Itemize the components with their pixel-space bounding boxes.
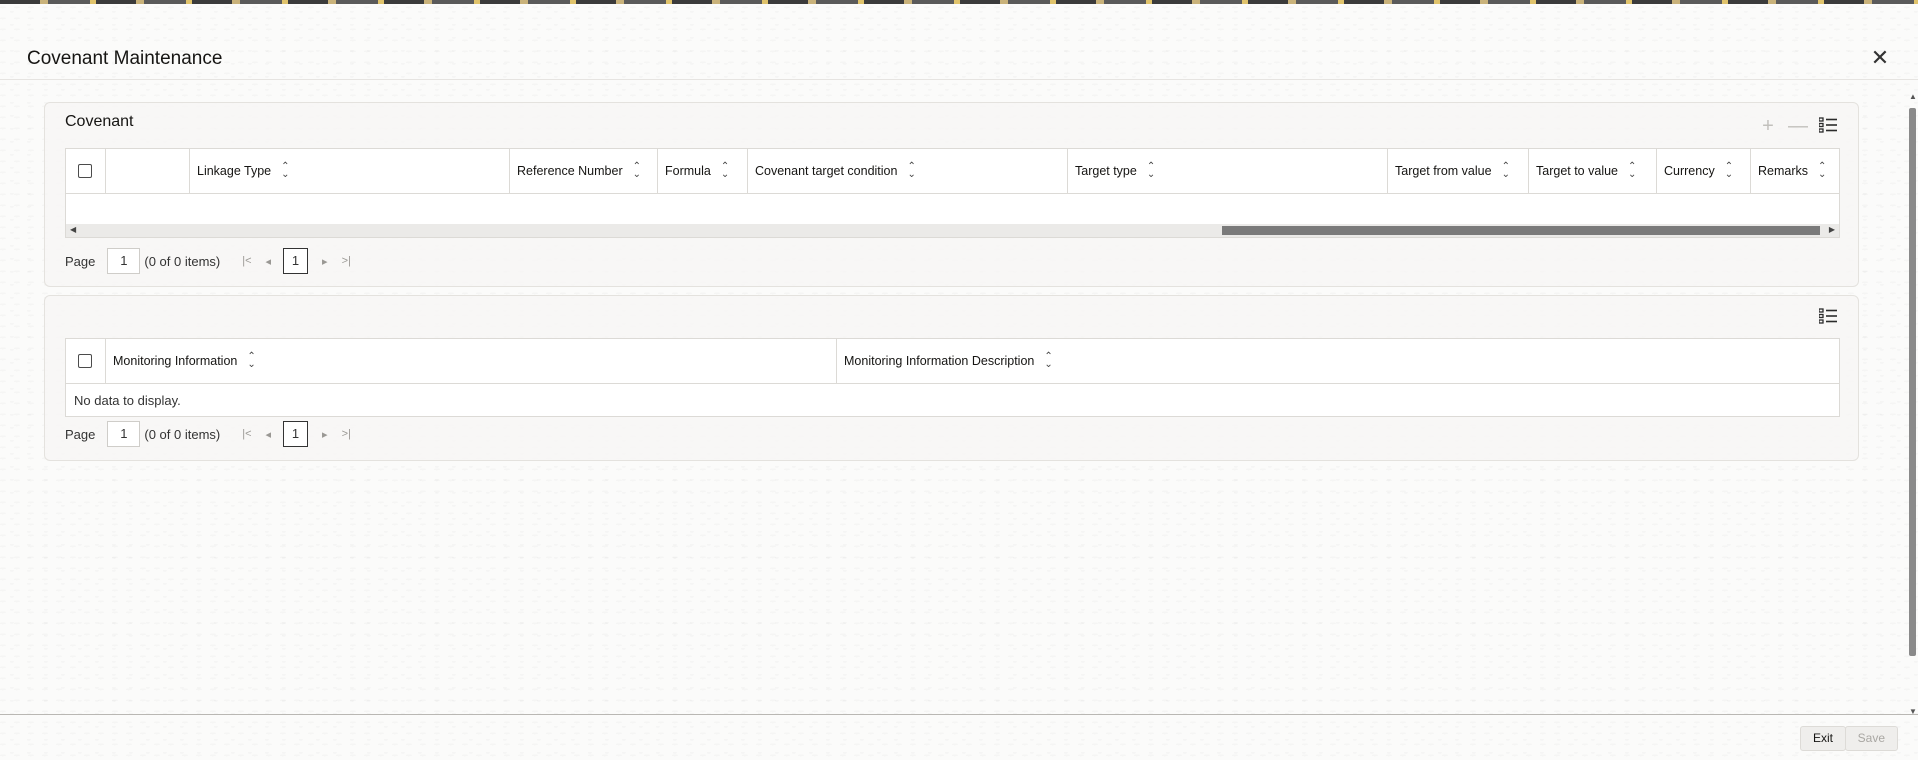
select-all-cell [66,339,106,383]
plus-icon[interactable]: + [1758,116,1778,137]
select-all-checkbox[interactable] [78,164,92,178]
sort-icon[interactable]: ⌃ ⌄ [907,162,915,180]
previous-page-icon[interactable]: ◂ [266,428,272,441]
column-label: Target type [1075,164,1137,178]
column-header-remarks[interactable]: Remarks ⌃ ⌄ [1751,149,1839,193]
scroll-right-icon[interactable]: ▶ [1829,225,1835,234]
column-header-monitoring-information[interactable]: Monitoring Information ⌃ ⌄ [106,339,837,383]
column-label: Formula [665,164,711,178]
covenant-table-body [66,194,1839,224]
scroll-up-icon[interactable]: ▲ [1909,92,1917,101]
column-label: Target from value [1395,164,1492,178]
monitoring-panel: Monitoring Information ⌃ ⌄ Monitoring Inf… [44,295,1859,461]
covenant-toolbar: + — [1758,116,1838,137]
save-button[interactable]: Save [1844,726,1898,751]
minus-icon[interactable]: — [1788,116,1808,137]
page-number-input[interactable]: 1 [107,248,141,274]
sort-icon[interactable]: ⌃ ⌄ [1818,162,1826,180]
exit-button[interactable]: Exit [1799,726,1846,751]
column-header-blank [106,149,190,193]
scroll-left-icon[interactable]: ◀ [70,225,76,234]
column-header-target-from-value[interactable]: Target from value ⌃ ⌄ [1388,149,1529,193]
covenant-pager: Page 1 (0 of 0 items) |< ◂ 1 ▸ >| [65,245,351,277]
column-label: Target to value [1536,164,1618,178]
current-page-button[interactable]: 1 [283,248,309,274]
column-label: Linkage Type [197,164,272,178]
covenant-panel: Covenant + — Linkage Type ⌃ ⌄ Reference N… [44,102,1859,287]
column-label: Remarks [1758,164,1809,178]
last-page-icon[interactable]: >| [342,255,351,267]
sort-icon[interactable]: ⌃ ⌄ [1725,162,1733,180]
close-icon[interactable]: ✕ [1870,47,1890,69]
column-header-target-to-value[interactable]: Target to value ⌃ ⌄ [1529,149,1657,193]
column-list-icon[interactable] [1818,117,1838,137]
pager-items-text: (0 of 0 items) [144,426,221,442]
select-all-cell [66,149,106,193]
current-page-button[interactable]: 1 [283,421,309,447]
page-number-input[interactable]: 1 [107,421,141,447]
horizontal-scrollbar[interactable]: ◀ ▶ [66,224,1839,237]
horizontal-scroll-thumb[interactable] [1222,226,1820,235]
vertical-scrollbar[interactable]: ▲ ▼ [1906,88,1918,718]
column-header-monitoring-information-description[interactable]: Monitoring Information Description ⌃ ⌄ [837,339,1839,383]
dialog-header: Covenant Maintenance ✕ [0,4,1918,80]
sort-icon[interactable]: ⌃ ⌄ [247,352,255,370]
covenant-panel-title: Covenant [65,113,134,130]
dialog-footer: Exit Save [0,714,1918,760]
pager-items-text: (0 of 0 items) [144,253,221,269]
column-label: Currency [1664,164,1715,178]
vertical-scroll-thumb[interactable] [1909,108,1916,656]
column-header-formula[interactable]: Formula ⌃ ⌄ [658,149,748,193]
pager-label: Page [65,253,96,269]
covenant-table-header: Linkage Type ⌃ ⌄ Reference Number ⌃ ⌄ Form… [66,149,1839,194]
last-page-icon[interactable]: >| [342,428,351,440]
previous-page-icon[interactable]: ◂ [266,255,272,268]
covenant-table: Linkage Type ⌃ ⌄ Reference Number ⌃ ⌄ Form… [65,148,1840,238]
column-label: Monitoring Information Description [844,354,1035,368]
column-header-covenant-target-condition[interactable]: Covenant target condition ⌃ ⌄ [748,149,1068,193]
monitoring-pager: Page 1 (0 of 0 items) |< ◂ 1 ▸ >| [65,418,351,450]
monitoring-table: Monitoring Information ⌃ ⌄ Monitoring Inf… [65,338,1840,417]
column-header-linkage-type[interactable]: Linkage Type ⌃ ⌄ [190,149,510,193]
next-page-icon[interactable]: ▸ [322,255,328,268]
sort-icon[interactable]: ⌃ ⌄ [281,162,289,180]
pager-label: Page [65,426,96,442]
sort-icon[interactable]: ⌃ ⌄ [1147,162,1155,180]
select-all-checkbox[interactable] [78,354,92,368]
column-label: Monitoring Information [113,354,238,368]
dialog-title: Covenant Maintenance [27,48,223,69]
column-header-currency[interactable]: Currency ⌃ ⌄ [1657,149,1751,193]
sort-icon[interactable]: ⌃ ⌄ [633,162,641,180]
column-header-reference-number[interactable]: Reference Number ⌃ ⌄ [510,149,658,193]
next-page-icon[interactable]: ▸ [322,428,328,441]
covenant-maintenance-dialog: Covenant Maintenance ✕ ▲ ▼ Covenant + — … [0,4,1918,760]
monitoring-toolbar [1818,308,1838,328]
sort-icon[interactable]: ⌃ ⌄ [721,162,729,180]
monitoring-table-header: Monitoring Information ⌃ ⌄ Monitoring Inf… [66,339,1839,384]
first-page-icon[interactable]: |< [242,428,251,440]
first-page-icon[interactable]: |< [242,255,251,267]
column-list-icon[interactable] [1818,308,1838,328]
empty-table-message: No data to display. [66,384,1839,416]
sort-icon[interactable]: ⌃ ⌄ [1628,162,1636,180]
sort-icon[interactable]: ⌃ ⌄ [1502,162,1510,180]
column-label: Covenant target condition [755,164,898,178]
sort-icon[interactable]: ⌃ ⌄ [1044,352,1052,370]
column-label: Reference Number [517,164,623,178]
column-header-target-type[interactable]: Target type ⌃ ⌄ [1068,149,1388,193]
